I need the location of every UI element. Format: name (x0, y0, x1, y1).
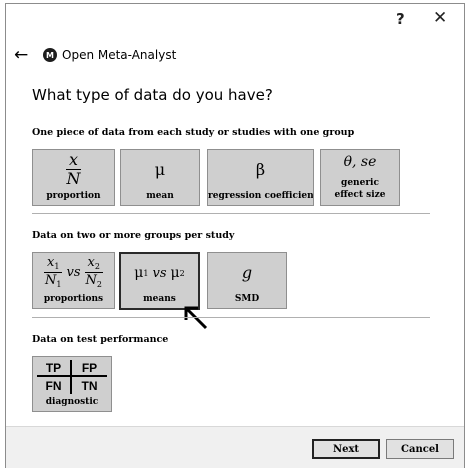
tile-label: regression coefficient (208, 191, 313, 201)
page-title: What type of data do you have? (32, 86, 273, 104)
g-symbol: g (241, 262, 253, 282)
theta-se-symbol: θ, se (343, 154, 377, 170)
tile-means[interactable]: μ1 vs μ2 means (119, 252, 200, 310)
tile-label: proportions (43, 294, 104, 304)
section-label-two-groups: Data on two or more groups per study (32, 230, 235, 241)
wizard-dialog: ? ✕ ← M Open Meta-Analyst What type of d… (5, 3, 465, 468)
diagnostic-table-icon: TP FP FN TN (37, 360, 107, 394)
tile-mean[interactable]: μ mean (120, 149, 200, 206)
tile-diagnostic[interactable]: TP FP FN TN diagnostic (32, 356, 112, 412)
tile-label: mean (146, 191, 174, 201)
help-button[interactable]: ? (396, 10, 405, 28)
app-title: Open Meta-Analyst (62, 48, 177, 62)
next-button[interactable]: Next (312, 439, 380, 459)
section-label-test-performance: Data on test performance (32, 334, 169, 345)
tile-proportions[interactable]: x1 N1 vs x2 N2 proportions (32, 252, 115, 309)
proportion-formula: x N (65, 149, 82, 188)
section-label-one-group: One piece of data from each study or stu… (32, 127, 355, 138)
tile-proportion[interactable]: x N proportion (32, 149, 115, 206)
tile-label: diagnostic (45, 397, 99, 407)
proportions-formula: x1 N1 vs x2 N2 (44, 254, 103, 289)
mu-symbol: μ (154, 159, 166, 179)
cancel-button[interactable]: Cancel (386, 439, 454, 459)
tile-label: SMD (234, 294, 260, 304)
section-divider (32, 213, 430, 214)
section-divider (32, 317, 430, 318)
beta-symbol: β (255, 159, 266, 179)
dialog-footer: Next Cancel (6, 426, 464, 468)
tile-label-line1: generic (341, 178, 379, 188)
tile-label-line2: effect size (334, 190, 386, 200)
means-formula: μ1 vs μ2 (134, 265, 185, 281)
tile-label: proportion (46, 191, 101, 201)
app-logo: M (43, 48, 57, 62)
tile-generic-effect-size[interactable]: θ, se generic effect size (320, 149, 400, 206)
close-button[interactable]: ✕ (433, 8, 447, 28)
tile-smd[interactable]: g SMD (207, 252, 287, 309)
tile-regression-coefficient[interactable]: β regression coefficient (207, 149, 314, 206)
back-arrow-icon[interactable]: ← (14, 47, 28, 64)
pointer-arrow-icon (184, 306, 208, 330)
tile-label: means (143, 294, 176, 304)
